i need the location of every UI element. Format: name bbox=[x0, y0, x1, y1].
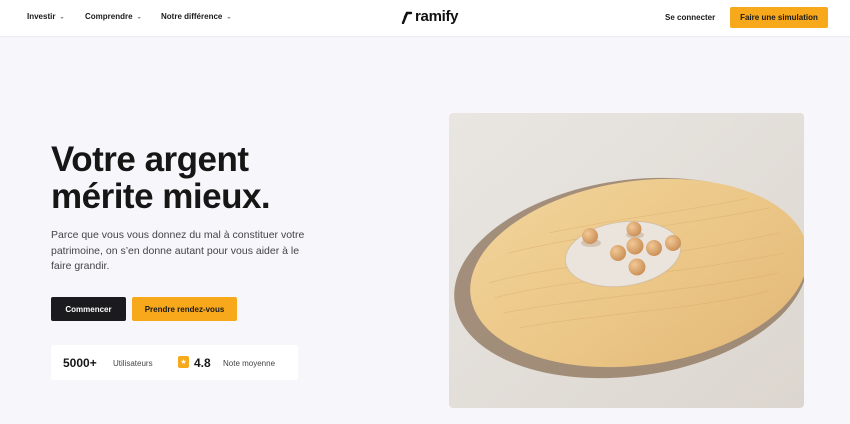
bead bbox=[665, 235, 681, 251]
hero-title: Votre argent mérite mieux. bbox=[51, 141, 381, 215]
nav-item-label: Comprendre bbox=[85, 12, 133, 21]
nav-item-comprendre[interactable]: Comprendre ⌄ bbox=[85, 12, 142, 21]
star-badge-icon: ★ bbox=[178, 356, 189, 368]
rating-label: Note moyenne bbox=[223, 359, 276, 368]
users-label: Utilisateurs bbox=[113, 359, 153, 368]
appointment-button[interactable]: Prendre rendez-vous bbox=[132, 297, 237, 321]
bead bbox=[646, 240, 662, 256]
nav-item-label: Investir bbox=[27, 12, 56, 21]
nav-item-investir[interactable]: Investir ⌄ bbox=[27, 12, 65, 21]
nav-item-notre-difference[interactable]: Notre différence ⌄ bbox=[161, 12, 231, 21]
rating-value: 4.8 bbox=[194, 356, 211, 370]
stats-card: 5000+ Utilisateurs ★ 4.8 Note moyenne bbox=[51, 345, 298, 380]
chevron-down-icon: ⌄ bbox=[226, 14, 232, 21]
simulation-button[interactable]: Faire une simulation bbox=[730, 7, 828, 28]
wooden-board-illustration bbox=[449, 113, 804, 408]
bead bbox=[582, 228, 598, 244]
logo-text: ramify bbox=[415, 8, 459, 25]
chevron-down-icon: ⌄ bbox=[59, 14, 65, 21]
bead bbox=[628, 258, 646, 276]
hero-image bbox=[449, 113, 804, 408]
chevron-down-icon: ⌄ bbox=[136, 14, 142, 21]
nav-item-label: Notre différence bbox=[161, 12, 223, 21]
bead bbox=[626, 221, 642, 237]
start-button[interactable]: Commencer bbox=[51, 297, 126, 321]
users-count: 5000+ bbox=[63, 356, 97, 370]
bead bbox=[626, 237, 644, 255]
hero-title-line-1: Votre argent bbox=[51, 140, 249, 179]
login-link[interactable]: Se connecter bbox=[665, 13, 715, 22]
ramify-logo-icon bbox=[401, 11, 413, 24]
hero-subtitle: Parce que vous vous donnez du mal à cons… bbox=[51, 229, 305, 272]
ramify-logo[interactable]: ramify bbox=[401, 8, 459, 25]
bead bbox=[610, 245, 626, 261]
hero-title-line-2: mérite mieux. bbox=[51, 177, 271, 216]
top-navigation-bar: Investir ⌄ Comprendre ⌄ Notre différence… bbox=[0, 0, 850, 37]
